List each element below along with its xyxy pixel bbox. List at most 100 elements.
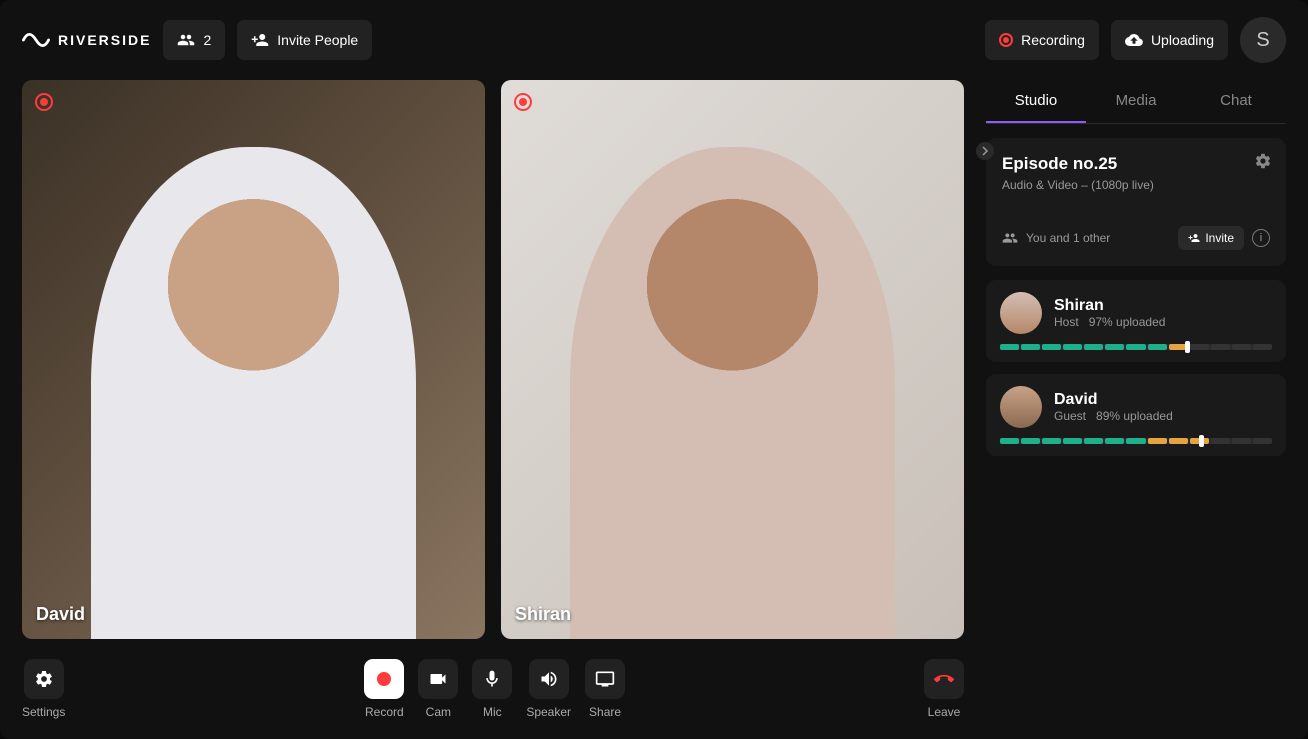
participant-name: Shiran: [1054, 297, 1165, 315]
participant-count-pill[interactable]: 2: [163, 20, 225, 60]
user-initial: S: [1256, 29, 1269, 52]
collapse-sidebar-button[interactable]: [976, 142, 994, 160]
progress-segment: [1190, 344, 1209, 350]
people-icon: [1002, 230, 1018, 246]
speaker-icon: [539, 669, 559, 689]
tab-studio[interactable]: Studio: [986, 80, 1086, 123]
person-silhouette: [91, 147, 415, 639]
wave-icon: [22, 26, 50, 54]
video-tile[interactable]: Shiran: [501, 80, 964, 639]
info-button[interactable]: i: [1252, 229, 1270, 247]
record-indicator-icon: [999, 33, 1013, 47]
progress-segment: [1169, 438, 1188, 444]
invite-people-label: Invite People: [277, 32, 358, 48]
episode-title: Episode no.25: [1002, 154, 1270, 174]
user-avatar[interactable]: S: [1240, 17, 1286, 63]
tab-media[interactable]: Media: [1086, 80, 1186, 123]
cam-button[interactable]: [418, 659, 458, 699]
leave-button[interactable]: [924, 659, 964, 699]
controls-bar: Settings Record Cam: [22, 659, 964, 719]
participant-upload: 89% uploaded: [1096, 409, 1173, 423]
participant-card[interactable]: David Guest 89% uploaded: [986, 374, 1286, 456]
progress-segment: [1021, 438, 1040, 444]
record-label: Record: [365, 705, 404, 719]
participant-card[interactable]: Shiran Host 97% uploaded: [986, 280, 1286, 362]
speaker-label: Speaker: [526, 705, 571, 719]
mic-label: Mic: [483, 705, 502, 719]
person-silhouette: [570, 147, 894, 639]
video-tile[interactable]: David: [22, 80, 485, 639]
gear-icon: [1254, 152, 1272, 170]
screen-share-icon: [595, 669, 615, 689]
progress-segment: [1042, 344, 1061, 350]
main: David Shiran Settings: [0, 80, 1308, 739]
camera-icon: [428, 669, 448, 689]
participants-list: Shiran Host 97% uploaded David Guest 89%…: [986, 280, 1286, 468]
tab-chat[interactable]: Chat: [1186, 80, 1286, 123]
share-label: Share: [589, 705, 621, 719]
stage: David Shiran Settings: [22, 80, 964, 719]
cloud-upload-icon: [1125, 31, 1143, 49]
progress-segment: [1084, 438, 1103, 444]
record-dot-icon: [377, 672, 391, 686]
participant-role: Guest: [1054, 409, 1086, 423]
sidebar-tabs: Studio Media Chat: [986, 80, 1286, 124]
sidebar: Studio Media Chat Episode no.25 Audio & …: [986, 80, 1286, 719]
record-indicator-icon: [513, 92, 533, 112]
settings-button[interactable]: [24, 659, 64, 699]
progress-segment: [1211, 344, 1230, 350]
progress-segment: [1253, 438, 1272, 444]
progress-segment: [1105, 438, 1124, 444]
invite-people-button[interactable]: Invite People: [237, 20, 372, 60]
app-frame: RIVERSIDE 2 Invite People Recording Uplo…: [0, 0, 1308, 739]
recording-label: Recording: [1021, 32, 1085, 48]
video-tile-name: Shiran: [515, 604, 571, 625]
progress-segment: [1063, 438, 1082, 444]
progress-segment: [1232, 438, 1251, 444]
episode-settings-button[interactable]: [1254, 152, 1272, 175]
leave-label: Leave: [928, 705, 961, 719]
progress-segment: [1105, 344, 1124, 350]
speaker-button[interactable]: [529, 659, 569, 699]
episode-card: Episode no.25 Audio & Video – (1080p liv…: [986, 138, 1286, 266]
progress-segment: [1084, 344, 1103, 350]
logo: RIVERSIDE: [22, 26, 151, 54]
participant-avatar: [1000, 292, 1042, 334]
uploading-label: Uploading: [1151, 32, 1214, 48]
participant-avatar: [1000, 386, 1042, 428]
participant-upload: 97% uploaded: [1089, 315, 1166, 329]
uploading-status: Uploading: [1111, 20, 1228, 60]
progress-handle: [1185, 341, 1190, 353]
record-button[interactable]: [364, 659, 404, 699]
cam-label: Cam: [426, 705, 451, 719]
person-add-icon: [1188, 232, 1200, 244]
upload-progress: [1000, 344, 1272, 350]
recording-status: Recording: [985, 20, 1099, 60]
progress-segment: [1063, 344, 1082, 350]
participant-count: 2: [203, 32, 211, 48]
header: RIVERSIDE 2 Invite People Recording Uplo…: [0, 0, 1308, 80]
settings-label: Settings: [22, 705, 65, 719]
chevron-right-icon: [980, 146, 990, 156]
video-grid: David Shiran: [22, 80, 964, 639]
brand-text: RIVERSIDE: [58, 32, 151, 48]
person-add-icon: [251, 31, 269, 49]
progress-segment: [1126, 438, 1145, 444]
mic-button[interactable]: [472, 659, 512, 699]
progress-segment: [1126, 344, 1145, 350]
invite-button[interactable]: Invite: [1178, 226, 1244, 250]
progress-segment: [1000, 344, 1019, 350]
episode-subtitle: Audio & Video – (1080p live): [1002, 178, 1270, 192]
progress-segment: [1148, 344, 1167, 350]
mic-icon: [482, 669, 502, 689]
people-icon: [177, 31, 195, 49]
invite-label: Invite: [1205, 231, 1234, 245]
record-indicator-icon: [34, 92, 54, 112]
progress-segment: [1253, 344, 1272, 350]
share-button[interactable]: [585, 659, 625, 699]
progress-segment: [1148, 438, 1167, 444]
progress-segment: [1042, 438, 1061, 444]
video-tile-name: David: [36, 604, 85, 625]
progress-segment: [1021, 344, 1040, 350]
progress-segment: [1232, 344, 1251, 350]
